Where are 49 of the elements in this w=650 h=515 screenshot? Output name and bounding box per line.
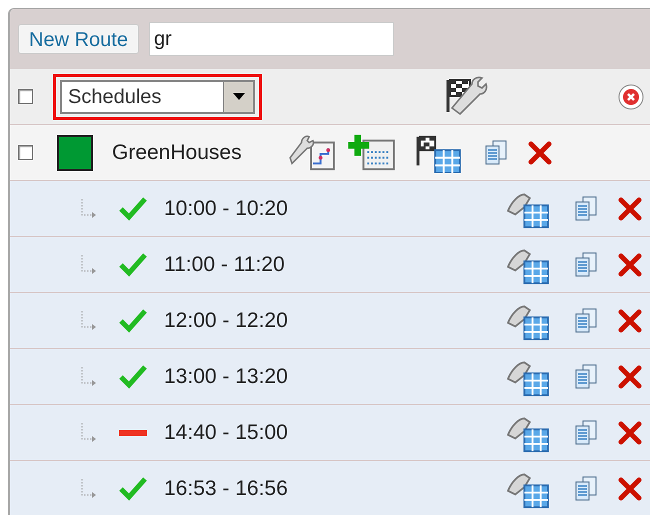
delete-icon[interactable] — [618, 364, 642, 388]
delete-icon[interactable] — [618, 476, 642, 500]
checkbox[interactable] — [18, 89, 33, 104]
check-icon — [119, 364, 147, 390]
copy-icon[interactable] — [574, 476, 598, 502]
check-icon — [119, 252, 147, 278]
checkbox[interactable] — [18, 145, 33, 160]
delete-icon[interactable] — [618, 420, 642, 444]
tree-connector-icon — [80, 310, 98, 330]
tree-connector-icon — [80, 478, 98, 498]
search-field[interactable]: gr — [148, 22, 394, 56]
schedule-row[interactable]: 11:00 - 11:20 — [10, 237, 650, 293]
schedule-row[interactable]: 12:00 - 12:20 — [10, 293, 650, 349]
schedule-time: 16:53 - 16:56 — [164, 476, 288, 502]
schedule-time: 10:00 - 10:20 — [164, 196, 288, 222]
delete-icon[interactable] — [528, 140, 552, 164]
tree-connector-icon — [80, 366, 98, 386]
copy-icon[interactable] — [574, 308, 598, 334]
check-icon — [119, 476, 147, 502]
minus-icon — [119, 428, 147, 436]
delete-icon[interactable] — [618, 308, 642, 332]
new-route-button[interactable]: New Route — [18, 24, 139, 54]
dropdown-arrow-icon — [232, 92, 244, 100]
copy-icon[interactable] — [574, 420, 598, 446]
schedule-time: 13:00 - 13:20 — [164, 364, 288, 390]
add-schedule-icon[interactable] — [348, 132, 396, 172]
delete-icon[interactable] — [618, 196, 642, 220]
copy-icon[interactable] — [574, 364, 598, 390]
schedule-time: 14:40 - 15:00 — [164, 420, 288, 446]
route-row[interactable]: GreenHouses — [10, 125, 650, 181]
route-name: GreenHouses — [112, 140, 242, 166]
check-icon — [119, 308, 147, 334]
check-icon — [119, 196, 147, 222]
schedule-row[interactable]: 13:00 - 13:20 — [10, 349, 650, 405]
copy-icon[interactable] — [484, 140, 508, 166]
tree-connector-icon — [80, 422, 98, 442]
schedule-row[interactable]: 16:53 - 16:56 — [10, 461, 650, 515]
tree-connector-icon — [80, 198, 98, 218]
view-select[interactable]: Schedules — [60, 80, 255, 114]
wrench-chart-icon[interactable] — [288, 132, 336, 172]
schedule-time: 11:00 - 11:20 — [164, 252, 285, 278]
copy-icon[interactable] — [574, 252, 598, 278]
tree-connector-icon — [80, 254, 98, 274]
schedule-time: 12:00 - 12:20 — [164, 308, 288, 334]
schedule-row[interactable]: 10:00 - 10:20 — [10, 181, 650, 237]
copy-icon[interactable] — [574, 196, 598, 222]
close-all-icon[interactable] — [618, 84, 644, 110]
delete-icon[interactable] — [618, 252, 642, 276]
schedule-row[interactable]: 14:40 - 15:00 — [10, 405, 650, 461]
